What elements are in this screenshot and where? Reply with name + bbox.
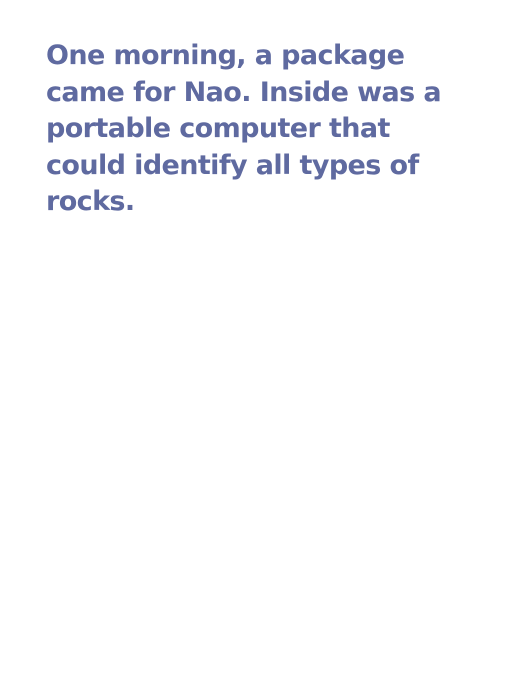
- story-paragraph: One morning, a package came for Nao. Ins…: [46, 38, 442, 221]
- story-line-3: portable computer that: [46, 113, 390, 144]
- story-line-2: came for Nao. Inside was a: [46, 76, 442, 108]
- story-line-1: One morning, a package: [46, 40, 405, 71]
- story-line-4: could identify all types of: [46, 149, 419, 181]
- story-page: One morning, a package came for Nao. Ins…: [0, 0, 512, 700]
- story-line-5: rocks.: [46, 186, 135, 217]
